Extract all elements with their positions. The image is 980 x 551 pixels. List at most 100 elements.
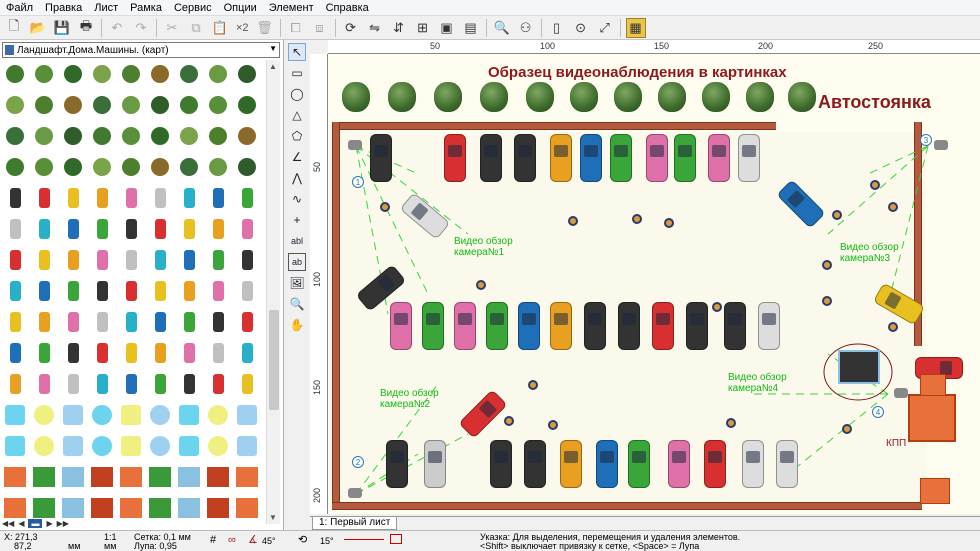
group-icon[interactable]: ⧠	[286, 18, 306, 38]
menu-service[interactable]: Сервис	[168, 0, 218, 16]
library-item[interactable]	[234, 432, 260, 460]
snap-icon[interactable]: ∞	[228, 535, 236, 546]
library-item[interactable]	[31, 339, 57, 367]
library-item[interactable]	[205, 432, 231, 460]
library-item[interactable]	[60, 60, 86, 88]
duplicate-x2-button[interactable]: ×2	[236, 22, 249, 34]
library-item[interactable]	[2, 60, 28, 88]
rotate-icon[interactable]: ⟳	[341, 18, 361, 38]
sheet-tab-1[interactable]: 1: Первый лист	[312, 517, 398, 530]
library-item[interactable]	[234, 370, 260, 398]
library-item[interactable]	[205, 91, 231, 119]
open-folder-icon[interactable]: 📂	[28, 18, 48, 38]
library-scrollbar[interactable]: ▲ ▼	[266, 60, 280, 524]
library-item[interactable]	[2, 277, 28, 305]
library-item[interactable]	[205, 153, 231, 181]
image-tool-icon[interactable]: 🖼	[288, 274, 306, 292]
polygon-tool-icon[interactable]: ⬠	[288, 127, 306, 145]
library-item[interactable]	[147, 122, 173, 150]
library-item[interactable]	[31, 184, 57, 212]
nav-next-icon[interactable]: ▶	[46, 519, 52, 528]
angle-snap-icon[interactable]: ∡	[248, 535, 258, 546]
nav-first-icon[interactable]: ◀◀	[2, 519, 14, 528]
library-item[interactable]	[205, 370, 231, 398]
library-item[interactable]	[89, 60, 115, 88]
library-item[interactable]	[176, 432, 202, 460]
curve-tool-icon[interactable]: ∿	[288, 190, 306, 208]
library-item[interactable]	[176, 215, 202, 243]
menu-edit[interactable]: Правка	[39, 0, 88, 16]
library-item[interactable]	[31, 122, 57, 150]
library-item[interactable]	[89, 463, 115, 491]
library-item[interactable]	[2, 339, 28, 367]
library-item[interactable]	[205, 463, 231, 491]
library-item[interactable]	[60, 401, 86, 429]
ellipse-tool-icon[interactable]: ◯	[288, 85, 306, 103]
library-item[interactable]	[2, 122, 28, 150]
library-item[interactable]	[176, 153, 202, 181]
library-item[interactable]	[2, 401, 28, 429]
status-angle-15[interactable]: 15°	[320, 536, 334, 546]
library-item[interactable]	[205, 277, 231, 305]
menu-help[interactable]: Справка	[320, 0, 375, 16]
align-icon[interactable]: ⊞	[413, 18, 433, 38]
library-item[interactable]	[234, 463, 260, 491]
library-item[interactable]	[89, 432, 115, 460]
new-document-icon[interactable]: 🗋	[4, 18, 24, 38]
redo-icon[interactable]: ↷	[131, 18, 151, 38]
library-item[interactable]	[147, 184, 173, 212]
library-item[interactable]	[2, 370, 28, 398]
send-back-icon[interactable]: ▤	[461, 18, 481, 38]
library-item[interactable]	[2, 153, 28, 181]
menu-element[interactable]: Элемент	[263, 0, 320, 16]
library-item[interactable]	[176, 246, 202, 274]
library-item[interactable]	[176, 91, 202, 119]
library-item[interactable]	[234, 91, 260, 119]
library-item[interactable]	[89, 370, 115, 398]
rotate-small-icon[interactable]: ⟲	[298, 535, 307, 546]
library-item[interactable]	[89, 401, 115, 429]
library-item[interactable]	[176, 463, 202, 491]
line-tool-icon[interactable]: ∠	[288, 148, 306, 166]
nav-last-icon[interactable]: ▶▶	[57, 519, 69, 528]
menu-file[interactable]: Файл	[0, 0, 39, 16]
search-icon[interactable]: 🔍	[492, 18, 512, 38]
library-item[interactable]	[2, 308, 28, 336]
library-item[interactable]	[147, 432, 173, 460]
library-item[interactable]	[234, 401, 260, 429]
library-item[interactable]	[60, 215, 86, 243]
library-item[interactable]	[2, 432, 28, 460]
ungroup-icon[interactable]: ⧈	[310, 18, 330, 38]
paste-icon[interactable]: 📋	[210, 18, 230, 38]
cut-icon[interactable]: ✂	[162, 18, 182, 38]
library-item[interactable]	[176, 339, 202, 367]
library-item[interactable]	[118, 370, 144, 398]
library-item[interactable]	[31, 215, 57, 243]
library-item[interactable]	[234, 215, 260, 243]
library-item[interactable]	[205, 339, 231, 367]
library-item[interactable]	[118, 215, 144, 243]
library-item[interactable]	[31, 308, 57, 336]
library-item[interactable]	[118, 246, 144, 274]
menu-frame[interactable]: Рамка	[124, 0, 168, 16]
polyline-tool-icon[interactable]: ⋀	[288, 169, 306, 187]
zoom-fit-icon[interactable]: ⤢	[595, 18, 615, 38]
library-item[interactable]	[118, 463, 144, 491]
scroll-thumb[interactable]	[269, 310, 279, 410]
copy-icon[interactable]: ⧉	[186, 18, 206, 38]
library-item[interactable]	[60, 153, 86, 181]
drawing-canvas[interactable]: Образец видеонаблюдения в картинках Авто…	[328, 54, 980, 514]
library-item[interactable]	[31, 401, 57, 429]
rectangle-tool-icon[interactable]: ▭	[288, 64, 306, 82]
library-select[interactable]: Ландшафт.Дома.Машины. (карт) ▼	[2, 42, 280, 58]
library-item[interactable]	[118, 277, 144, 305]
menu-sheet[interactable]: Лист	[88, 0, 124, 16]
library-item[interactable]	[147, 153, 173, 181]
library-item[interactable]	[176, 122, 202, 150]
library-item[interactable]	[89, 91, 115, 119]
library-item[interactable]	[31, 370, 57, 398]
library-item[interactable]	[31, 153, 57, 181]
library-item[interactable]	[89, 184, 115, 212]
library-item[interactable]	[147, 246, 173, 274]
library-item[interactable]	[31, 463, 57, 491]
